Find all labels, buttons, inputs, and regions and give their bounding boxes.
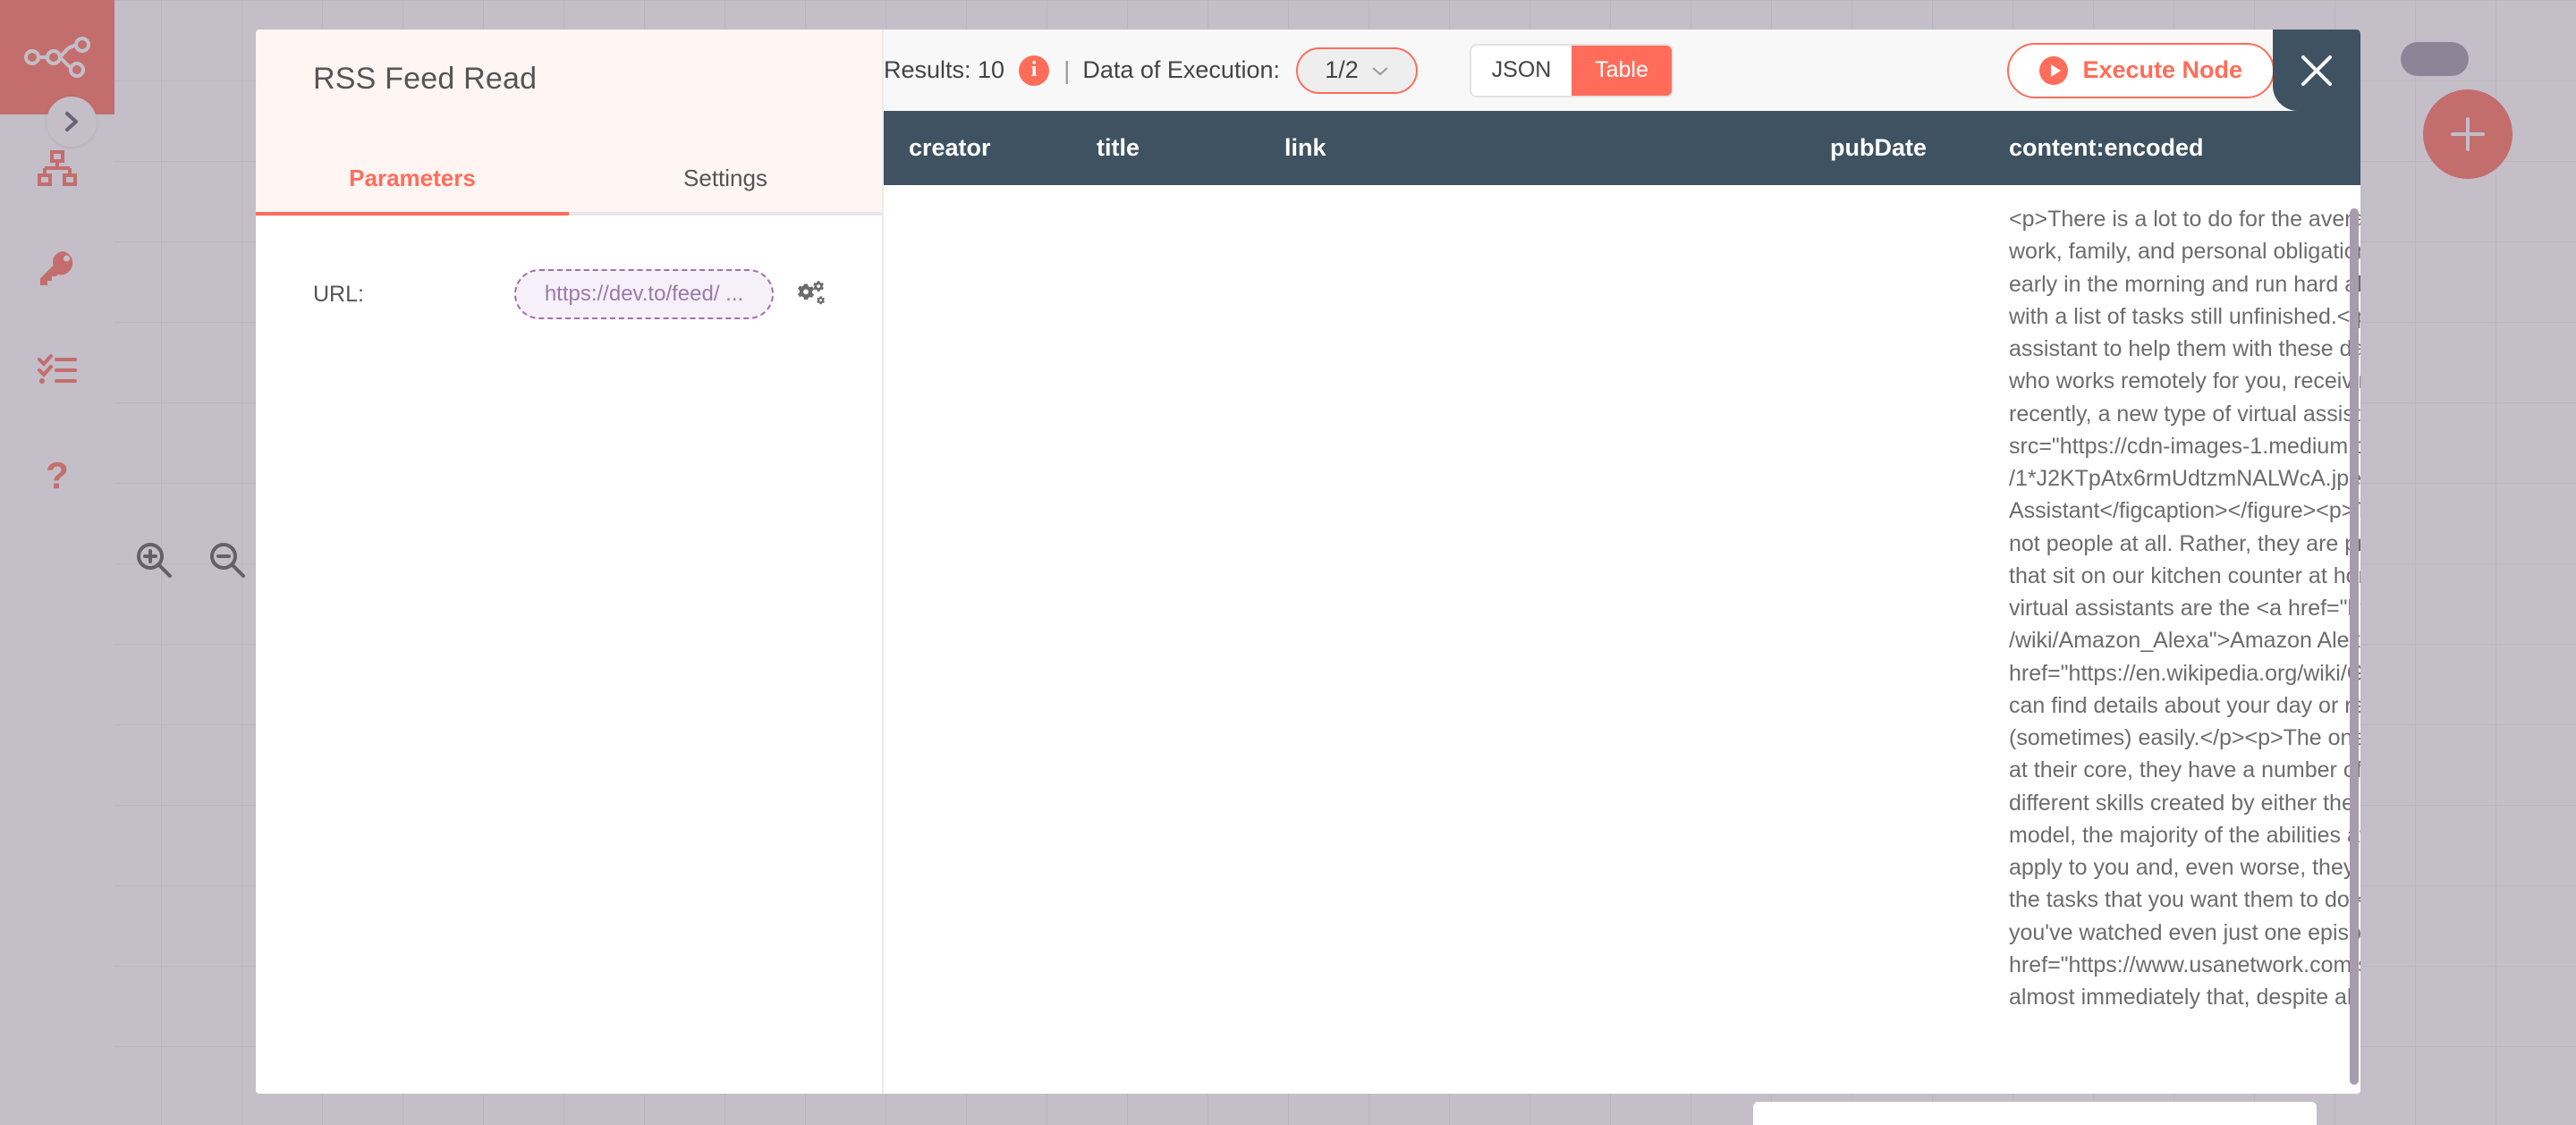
tab-settings[interactable]: Settings [569,147,882,216]
tab-parameters[interactable]: Parameters [256,147,569,216]
column-header-creator[interactable]: creator [884,111,1072,185]
cell-pubdate [1805,185,1984,1013]
column-header-content-encoded[interactable]: content:encoded [1984,111,2360,185]
bottom-panel-stub [1753,1102,2317,1125]
page-title: RSS Feed Read [313,62,538,96]
table-head: creator title link pubDate content:encod… [884,111,2360,185]
execution-select-value: 1/2 [1325,56,1359,83]
column-header-pubdate[interactable]: pubDate [1805,111,1984,185]
parameters-pane: RSS Feed Read Parameters Settings URL: h… [256,30,882,1094]
url-input[interactable]: https://dev.to/feed/ ... [514,269,774,319]
execute-node-button[interactable]: Execute Node [2007,42,2275,98]
cell-link [1259,185,1805,1013]
close-x-icon [2301,55,2332,86]
node-detail-modal: RSS Feed Read Parameters Settings URL: h… [256,30,2360,1094]
settings-gear-icon[interactable] [795,278,827,310]
scrollbar-thumb[interactable] [2350,208,2359,1085]
table-header-row: creator title link pubDate content:encod… [884,111,2360,185]
cell-creator [884,185,1072,1013]
execution-select[interactable]: 1/2 [1296,47,1418,94]
results-count: Results: 10 [884,56,1005,83]
close-button[interactable] [2273,30,2360,111]
view-mode-json[interactable]: JSON [1471,45,1572,96]
cell-title [1072,185,1259,1013]
parameter-tabs: Parameters Settings [256,147,882,216]
chevron-down-icon [1372,66,1388,75]
output-toolbar: Results: 10 i | Data of Execution: 1/2 J… [884,30,2360,111]
data-of-execution-label: Data of Execution: [1082,56,1280,83]
output-pane: Results: 10 i | Data of Execution: 1/2 J… [882,30,2360,1094]
cell-content-encoded: <p>There is a lot to do for the average … [2009,207,2360,1010]
info-icon[interactable]: i [1019,55,1050,86]
results-table: creator title link pubDate content:encod… [884,111,2360,1013]
vertical-scrollbar[interactable] [2348,192,2360,1094]
play-circle-icon [2039,55,2069,85]
parameters-header: RSS Feed Read Parameters Settings [256,30,882,216]
table-body: <p>There is a lot to do for the average … [884,185,2360,1013]
execute-node-label: Execute Node [2082,56,2242,83]
parameters-body: URL: https://dev.to/feed/ ... [256,216,882,1094]
url-label: URL: [313,281,364,307]
toolbar-divider: | [1063,55,1071,84]
view-mode-table[interactable]: Table [1572,45,1672,96]
table-row[interactable]: <p>There is a lot to do for the average … [884,185,2360,1013]
column-header-title[interactable]: title [1072,111,1259,185]
results-table-container[interactable]: creator title link pubDate content:encod… [884,111,2360,1094]
view-mode-toggle: JSON Table [1471,45,1672,96]
column-header-link[interactable]: link [1259,111,1805,185]
url-input-value: https://dev.to/feed/ ... [544,282,744,306]
param-row-url: URL: https://dev.to/feed/ ... [256,258,882,330]
